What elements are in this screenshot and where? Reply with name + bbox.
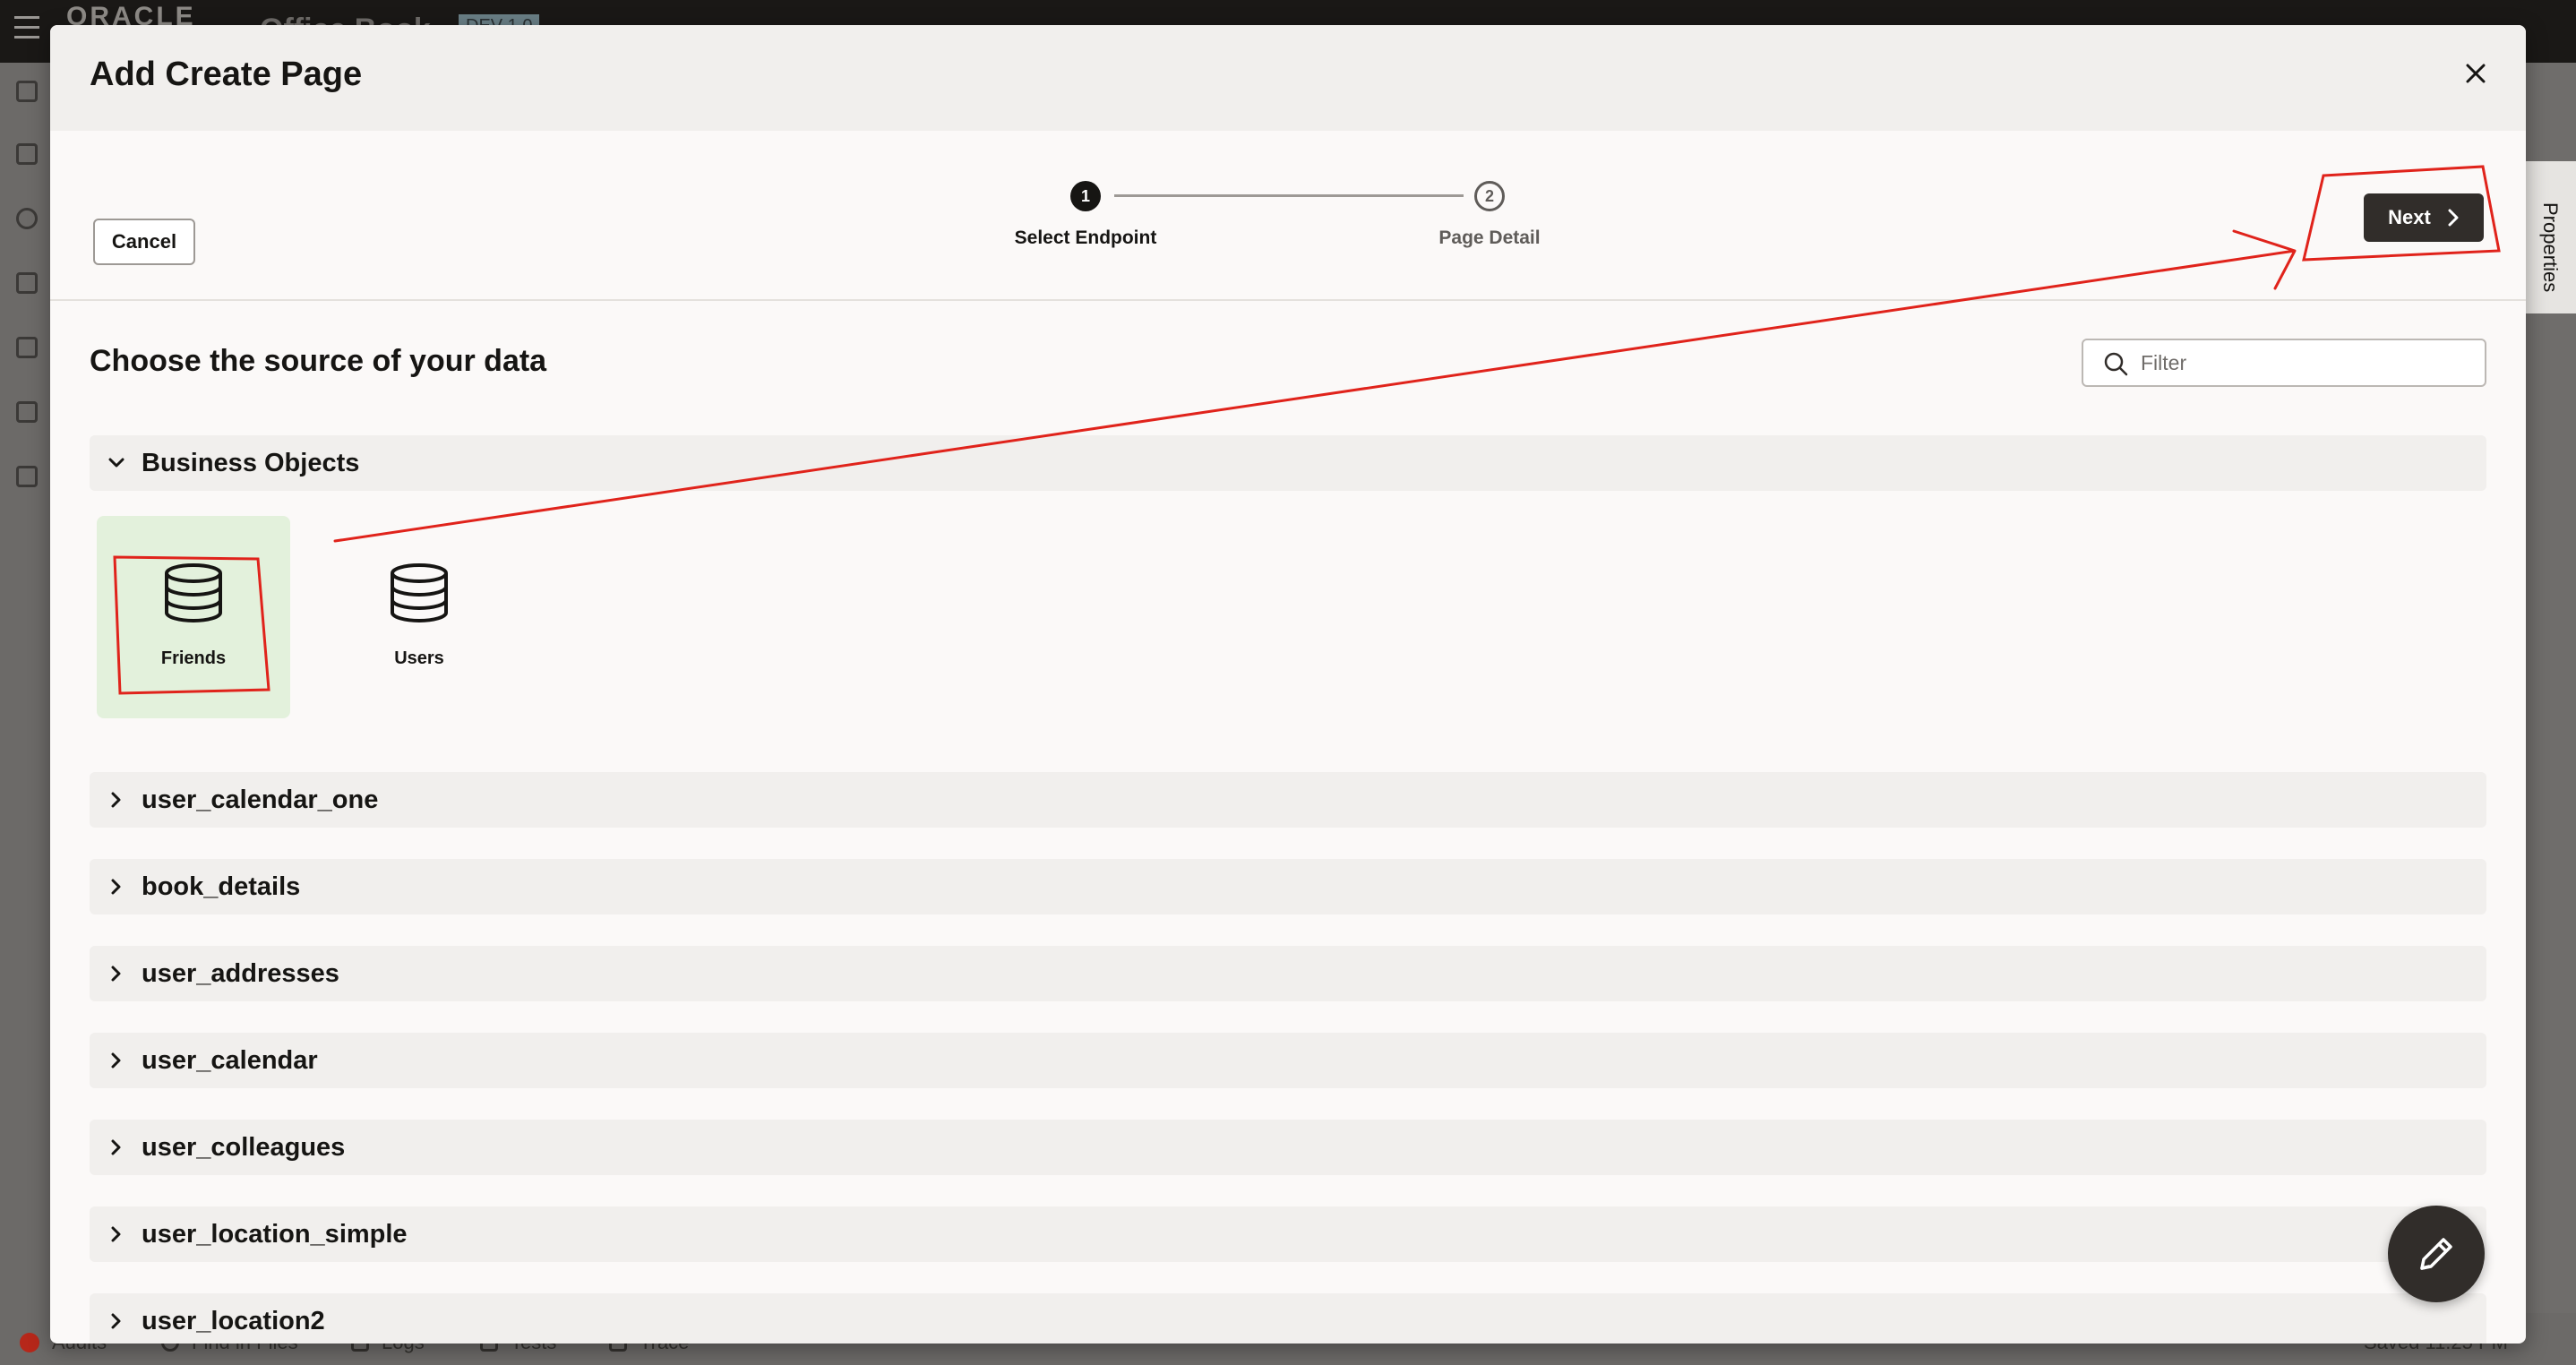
cancel-button[interactable]: Cancel xyxy=(93,219,195,265)
wizard-train: Cancel xyxy=(50,131,2526,301)
group-user-location-simple[interactable]: user_location_simple xyxy=(90,1206,2486,1262)
mobile-apps-icon[interactable] xyxy=(16,81,38,102)
edit-fab-button[interactable] xyxy=(2388,1206,2485,1302)
filter-field[interactable] xyxy=(2082,339,2486,387)
chevron-down-icon xyxy=(108,458,125,468)
step-1-indicator[interactable]: 1 xyxy=(1070,181,1101,211)
group-label: book_details xyxy=(142,871,301,901)
group-label: Business Objects xyxy=(142,448,360,477)
close-button[interactable] xyxy=(2458,56,2494,91)
group-label: user_location2 xyxy=(142,1306,325,1335)
dialog-header: Add Create Page xyxy=(50,25,2526,131)
properties-tab-label: Properties xyxy=(2539,202,2562,293)
dialog-title: Add Create Page xyxy=(90,56,363,93)
search-icon xyxy=(2104,352,2128,376)
tile-label-users: Users xyxy=(394,648,444,668)
services-icon[interactable] xyxy=(16,208,38,229)
chevron-right-icon xyxy=(111,1052,121,1069)
business-objects-icon[interactable] xyxy=(16,272,38,294)
group-label: user_calendar xyxy=(142,1045,318,1075)
tile-label-friends: Friends xyxy=(160,648,227,668)
group-business-objects[interactable]: Business Objects xyxy=(90,435,2486,491)
error-icon xyxy=(20,1333,39,1352)
group-label: user_calendar_one xyxy=(142,785,379,814)
train-connector xyxy=(1114,194,1464,197)
hamburger-menu-icon[interactable] xyxy=(14,16,43,43)
step-2-indicator[interactable]: 2 xyxy=(1474,181,1505,211)
endpoint-tile-friends[interactable]: Friends xyxy=(97,516,290,718)
source-icon[interactable] xyxy=(16,466,38,487)
chevron-right-icon xyxy=(2448,209,2459,227)
next-button[interactable]: Next xyxy=(2364,193,2484,242)
group-label: user_colleagues xyxy=(142,1132,346,1162)
left-navigator-rail xyxy=(0,63,50,1317)
components-icon[interactable] xyxy=(16,337,38,358)
group-user-calendar[interactable]: user_calendar xyxy=(90,1033,2486,1088)
chevron-right-icon xyxy=(111,1226,121,1242)
chevron-right-icon xyxy=(111,966,121,982)
chevron-right-icon xyxy=(111,879,121,895)
group-user-addresses[interactable]: user_addresses xyxy=(90,946,2486,1001)
add-create-page-dialog: Add Create Page Cancel 1 2 Select Endpoi… xyxy=(50,25,2526,1344)
chevron-right-icon xyxy=(111,1139,121,1155)
processes-icon[interactable] xyxy=(16,401,38,423)
endpoint-tile-users[interactable]: Users xyxy=(322,516,516,718)
database-icon xyxy=(165,563,222,623)
step-2-label: Page Detail xyxy=(1438,228,1541,248)
web-apps-icon[interactable] xyxy=(16,143,38,165)
close-icon xyxy=(2466,64,2486,83)
filter-input[interactable] xyxy=(2141,344,2472,382)
section-title: Choose the source of your data xyxy=(90,344,547,378)
database-icon xyxy=(391,563,448,623)
group-book-details[interactable]: book_details xyxy=(90,859,2486,914)
next-button-label: Next xyxy=(2388,206,2431,228)
group-user-location2[interactable]: user_location2 xyxy=(90,1293,2486,1344)
properties-tab[interactable]: Properties xyxy=(2526,161,2576,313)
chevron-right-icon xyxy=(111,1313,121,1329)
chevron-right-icon xyxy=(111,792,121,808)
pencil-icon xyxy=(2420,1238,2452,1270)
group-user-colleagues[interactable]: user_colleagues xyxy=(90,1120,2486,1175)
group-label: user_location_simple xyxy=(142,1219,408,1249)
group-label: user_addresses xyxy=(142,958,339,988)
group-user-calendar-one[interactable]: user_calendar_one xyxy=(90,772,2486,828)
step-1-label: Select Endpoint xyxy=(1014,228,1157,248)
